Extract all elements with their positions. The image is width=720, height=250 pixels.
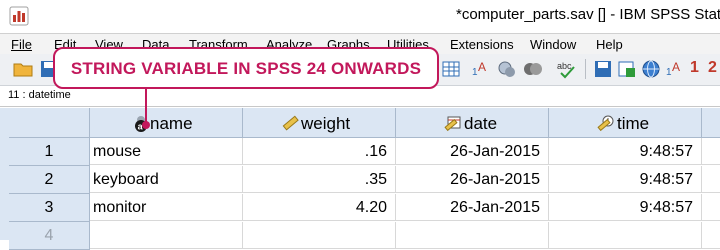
data-grid: a name weight date time 1 mouse .16 26-J… [0, 108, 720, 250]
cell-date-3[interactable]: 26-Jan-2015 [396, 194, 549, 221]
grid-left-strip [0, 108, 9, 240]
column-label-weight: weight [301, 114, 351, 133]
cell-weight-3[interactable]: 4.20 [243, 194, 396, 221]
variable-weight-icon[interactable]: 1 A [664, 58, 686, 80]
toolbar-number-1[interactable]: 1 [690, 59, 699, 77]
svg-text:A: A [478, 60, 486, 74]
toolbar-number-2[interactable]: 2 [708, 59, 717, 77]
select-cases-icon[interactable] [496, 58, 518, 80]
date-scale-icon [444, 116, 461, 132]
save-data-icon[interactable] [592, 58, 614, 80]
row-header-4[interactable]: 4 [9, 222, 90, 250]
cell-empty[interactable] [702, 166, 720, 193]
scale-ruler-icon [282, 115, 299, 131]
window-title: *computer_parts.sav [] - IBM SPSS Statis [456, 6, 720, 23]
cell-time-1[interactable]: 9:48:57 [549, 138, 702, 165]
split-file-grid-icon[interactable] [440, 58, 462, 80]
callout-pointer-dot [142, 121, 150, 129]
cell-date-2[interactable]: 26-Jan-2015 [396, 166, 549, 193]
callout-pointer-line [145, 89, 147, 124]
cell-time-3[interactable]: 9:48:57 [549, 194, 702, 221]
weight-cases-icon[interactable]: 1 A [470, 58, 492, 80]
column-header-name[interactable]: a name [90, 108, 243, 138]
spell-check-icon[interactable]: abc [556, 58, 578, 80]
cell-weight-2[interactable]: .35 [243, 166, 396, 193]
globe-icon[interactable] [640, 58, 662, 80]
callout-text: STRING VARIABLE IN SPSS 24 ONWARDS [70, 59, 422, 78]
cell-name-4[interactable] [90, 222, 243, 249]
menu-window[interactable]: Window [530, 37, 576, 52]
column-header-next[interactable] [702, 108, 720, 138]
column-header-weight[interactable]: weight [243, 108, 396, 138]
value-labels-icon[interactable] [522, 58, 544, 80]
cell-date-1[interactable]: 26-Jan-2015 [396, 138, 549, 165]
cell-time-4[interactable] [549, 222, 702, 249]
column-header-date[interactable]: date [396, 108, 549, 138]
open-folder-icon[interactable] [12, 58, 34, 80]
title-bar: *computer_parts.sav [] - IBM SPSS Statis [0, 0, 720, 34]
column-header-time[interactable]: time [549, 108, 702, 138]
cell-weight-1[interactable]: .16 [243, 138, 396, 165]
row-header-2[interactable]: 2 [9, 166, 90, 194]
column-label-date: date [464, 114, 498, 133]
cell-date-4[interactable] [396, 222, 549, 249]
toolbar-separator-2 [585, 59, 586, 79]
time-scale-icon [597, 115, 614, 132]
cell-reference-bar: 11 : datetime [0, 86, 720, 107]
menu-file[interactable]: File [11, 37, 32, 52]
column-label-name: name [150, 114, 193, 133]
row-header-1[interactable]: 1 [9, 138, 90, 166]
cell-name-1[interactable]: mouse [90, 138, 243, 165]
cell-empty[interactable] [702, 194, 720, 221]
cell-empty[interactable] [702, 138, 720, 165]
grid-corner[interactable] [9, 108, 90, 138]
cell-weight-4[interactable] [243, 222, 396, 249]
row-header-3[interactable]: 3 [9, 194, 90, 222]
cell-reference: 11 : datetime [8, 89, 71, 101]
cell-name-3[interactable]: monitor [90, 194, 243, 221]
column-label-time: time [617, 114, 650, 133]
spss-app-icon [9, 6, 29, 26]
menu-help[interactable]: Help [596, 37, 623, 52]
svg-text:A: A [672, 60, 680, 74]
cell-empty[interactable] [702, 222, 720, 249]
cell-time-2[interactable]: 9:48:57 [549, 166, 702, 193]
menu-extensions[interactable]: Extensions [450, 37, 514, 52]
goto-case-icon[interactable] [616, 58, 638, 80]
annotation-callout: STRING VARIABLE IN SPSS 24 ONWARDS [53, 47, 439, 89]
cell-name-2[interactable]: keyboard [90, 166, 243, 193]
svg-text:abc: abc [557, 61, 572, 71]
